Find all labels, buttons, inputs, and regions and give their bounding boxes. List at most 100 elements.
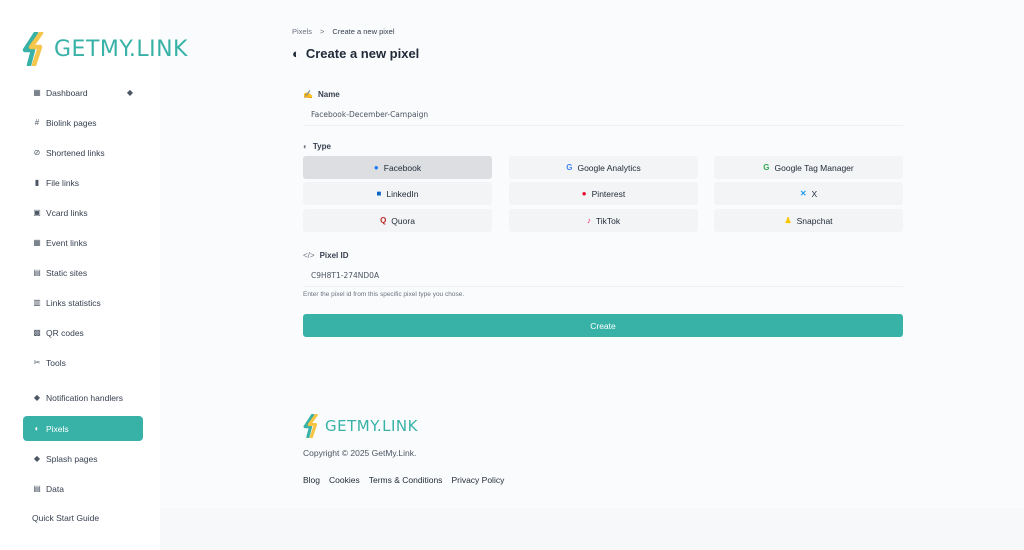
calendar-icon: ▦ <box>33 238 41 247</box>
sidebar-item-label: Vcard links <box>46 207 88 218</box>
footer-logo[interactable]: GETMY.LINK <box>303 414 418 438</box>
sidebar-item-pixels[interactable]: ◐ Pixels <box>23 416 143 441</box>
type-option-label: Google Analytics <box>577 162 641 173</box>
type-option-quora[interactable]: Q Quora <box>303 209 492 232</box>
sidebar-item-label: Data <box>46 483 64 494</box>
pixel-id-label-text: Pixel ID <box>319 251 349 260</box>
sidebar-item-tools[interactable]: ✂ Tools <box>23 350 143 375</box>
link-icon: ⊘ <box>33 148 41 157</box>
type-label-text: Type <box>312 142 331 151</box>
footer-links: Blog Cookies Terms & Conditions Privacy … <box>303 475 504 485</box>
sidebar-item-event-links[interactable]: ▦ Event links <box>23 230 143 255</box>
breadcrumb: Pixels > Create a new pixel <box>292 27 395 36</box>
bell-icon[interactable]: ◆ <box>127 88 133 97</box>
breadcrumb-pixels[interactable]: Pixels <box>292 27 312 36</box>
sidebar-item-label: Links statistics <box>46 297 101 308</box>
type-option-google-tag-manager[interactable]: G Google Tag Manager <box>714 156 903 179</box>
type-option-label: Snapchat <box>796 215 833 226</box>
type-option-linkedin[interactable]: ■ LinkedIn <box>303 182 492 205</box>
sidebar-item-biolink-pages[interactable]: # Biolink pages <box>23 110 143 135</box>
sidebar-item-label: QR codes <box>46 327 84 338</box>
qr-code-icon: ▩ <box>33 328 41 337</box>
sidebar-item-label: Static sites <box>46 267 88 278</box>
sidebar-item-label: Event links <box>46 237 88 248</box>
lightning-logo-icon <box>303 414 318 438</box>
sidebar-item-label: File links <box>46 177 80 188</box>
hash-icon: # <box>34 118 40 127</box>
sidebar-item-data[interactable]: ▤ Data <box>23 476 143 501</box>
footer-link-terms[interactable]: Terms & Conditions <box>369 475 443 485</box>
pixel-id-label: </> Pixel ID <box>303 251 348 260</box>
facebook-icon: ● <box>373 163 379 172</box>
adjust-icon: ◐ <box>34 424 40 433</box>
type-option-label: Facebook <box>383 162 422 173</box>
grid-icon: ▦ <box>33 88 41 97</box>
adjust-icon: ◐ <box>303 142 308 151</box>
pixel-id-input[interactable]: C9H8T1-274ND0A <box>303 265 903 287</box>
sidebar-item-label: Tools <box>46 357 66 368</box>
type-option-facebook[interactable]: ● Facebook <box>303 156 492 179</box>
create-button[interactable]: Create <box>303 314 903 337</box>
type-option-tiktok[interactable]: ♪ TikTok <box>509 209 698 232</box>
sidebar-item-shortened-links[interactable]: ⊘ Shortened links <box>23 140 143 165</box>
sidebar-item-label: Notification handlers <box>46 392 124 403</box>
id-card-icon: ▣ <box>33 208 41 217</box>
copyright-text: Copyright © 2025 GetMy.Link. <box>303 448 417 458</box>
pinterest-icon: ● <box>581 189 587 198</box>
type-label: ◐ Type <box>303 142 331 151</box>
sidebar-item-links-statistics[interactable]: ▥ Links statistics <box>23 290 143 315</box>
type-option-label: LinkedIn <box>386 188 419 199</box>
brand-name: GETMY.LINK <box>54 36 188 62</box>
sidebar-item-vcard-links[interactable]: ▣ Vcard links <box>23 200 143 225</box>
sidebar-item-label: Shortened links <box>46 147 105 158</box>
name-label: ✍ Name <box>303 90 340 99</box>
type-option-label: Google Tag Manager <box>774 162 854 173</box>
adjust-icon: ◐ <box>292 46 300 61</box>
file-icon: ▮ <box>34 178 40 187</box>
type-option-label: TikTok <box>595 215 621 226</box>
document-icon: ▤ <box>33 268 41 277</box>
type-option-label: Pinterest <box>591 188 626 199</box>
sidebar-item-qr-codes[interactable]: ▩ QR codes <box>23 320 143 345</box>
chevron-right-icon: > <box>320 27 325 36</box>
quick-start-guide-link[interactable]: Quick Start Guide <box>32 513 99 523</box>
database-icon: ▤ <box>33 484 41 493</box>
footer-brand-name: GETMY.LINK <box>325 417 418 435</box>
name-label-text: Name <box>317 90 340 99</box>
sidebar-item-splash-pages[interactable]: ◆ Splash pages <box>23 446 143 471</box>
sidebar-item-static-sites[interactable]: ▤ Static sites <box>23 260 143 285</box>
brand-logo[interactable]: GETMY.LINK <box>22 32 188 66</box>
code-icon: </> <box>303 251 315 260</box>
type-option-label: X <box>811 188 818 199</box>
type-option-pinterest[interactable]: ● Pinterest <box>509 182 698 205</box>
quora-icon: Q <box>380 216 387 225</box>
breadcrumb-current: Create a new pixel <box>332 27 395 36</box>
sidebar-item-notification-handlers[interactable]: ◆ Notification handlers <box>23 385 143 410</box>
droplet-icon: ◆ <box>33 454 41 463</box>
type-option-x[interactable]: ✕ X <box>714 182 903 205</box>
sidebar-item-file-links[interactable]: ▮ File links <box>23 170 143 195</box>
name-input[interactable]: Facebook-December-Campaign <box>303 104 903 126</box>
sidebar-item-label: Splash pages <box>46 453 98 464</box>
footer-link-blog[interactable]: Blog <box>303 475 320 485</box>
linkedin-icon: ■ <box>376 189 382 198</box>
sidebar: GETMY.LINK ▦ Dashboard ◆ # Biolink pages ⊘ Sho… <box>0 0 187 550</box>
sidebar-item-label: Dashboard <box>46 87 88 98</box>
type-option-label: Quora <box>391 215 415 226</box>
signature-icon: ✍ <box>303 90 313 99</box>
x-icon: ✕ <box>799 189 807 198</box>
type-option-google-analytics[interactable]: G Google Analytics <box>509 156 698 179</box>
bell-icon: ◆ <box>33 393 41 402</box>
footer-link-privacy[interactable]: Privacy Policy <box>451 475 504 485</box>
type-option-snapchat[interactable]: ♟ Snapchat <box>714 209 903 232</box>
page-title-text: Create a new pixel <box>305 46 420 61</box>
sidebar-item-dashboard[interactable]: ▦ Dashboard ◆ <box>23 80 143 105</box>
google-icon: G <box>566 163 573 172</box>
sidebar-item-label: Pixels <box>46 423 69 434</box>
tools-icon: ✂ <box>33 358 41 367</box>
google-icon: G <box>763 163 770 172</box>
tiktok-icon: ♪ <box>586 216 591 225</box>
lightning-logo-icon <box>22 32 44 66</box>
snapchat-icon: ♟ <box>784 216 792 225</box>
footer-link-cookies[interactable]: Cookies <box>329 475 360 485</box>
